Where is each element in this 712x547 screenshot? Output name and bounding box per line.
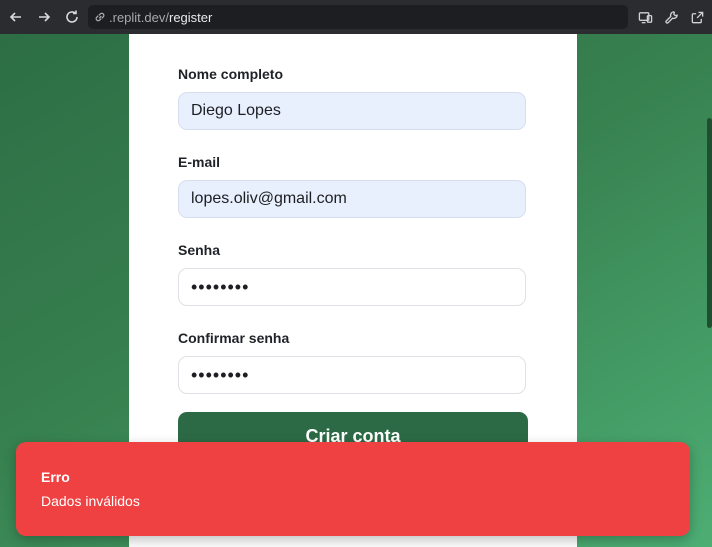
- toast-message: Dados inválidos: [41, 493, 140, 509]
- browser-toolbar: .replit.dev/register: [0, 0, 712, 34]
- confirm-password-label: Confirmar senha: [178, 330, 290, 346]
- forward-button[interactable]: [32, 5, 56, 29]
- url-path: register: [168, 9, 213, 25]
- open-external-icon: [691, 11, 703, 23]
- password-label: Senha: [178, 242, 221, 258]
- reload-icon: [66, 10, 78, 23]
- email-label: E-mail: [178, 154, 221, 170]
- devices-button[interactable]: [636, 6, 654, 28]
- forward-icon: [39, 12, 51, 22]
- reload-button[interactable]: [60, 5, 84, 29]
- back-button[interactable]: [4, 5, 28, 29]
- toast-title: Erro: [41, 469, 70, 485]
- link-icon: [95, 12, 105, 22]
- name-label: Nome completo: [178, 66, 284, 82]
- scrollbar-thumb[interactable]: [707, 118, 712, 328]
- email-input[interactable]: lopes.oliv@gmail.com: [178, 180, 526, 218]
- devices-icon: [638, 11, 652, 23]
- error-toast[interactable]: Erro Dados inválidos: [16, 442, 690, 536]
- name-input[interactable]: Diego Lopes: [178, 92, 526, 130]
- url-domain: .replit.dev/: [109, 9, 169, 25]
- devtools-button[interactable]: [662, 6, 680, 28]
- address-bar[interactable]: .replit.dev/register: [88, 5, 628, 29]
- wrench-icon: [664, 10, 678, 24]
- password-input[interactable]: ••••••••: [178, 268, 526, 306]
- back-icon: [9, 12, 21, 22]
- open-external-button[interactable]: [688, 6, 706, 28]
- confirm-password-input[interactable]: ••••••••: [178, 356, 526, 394]
